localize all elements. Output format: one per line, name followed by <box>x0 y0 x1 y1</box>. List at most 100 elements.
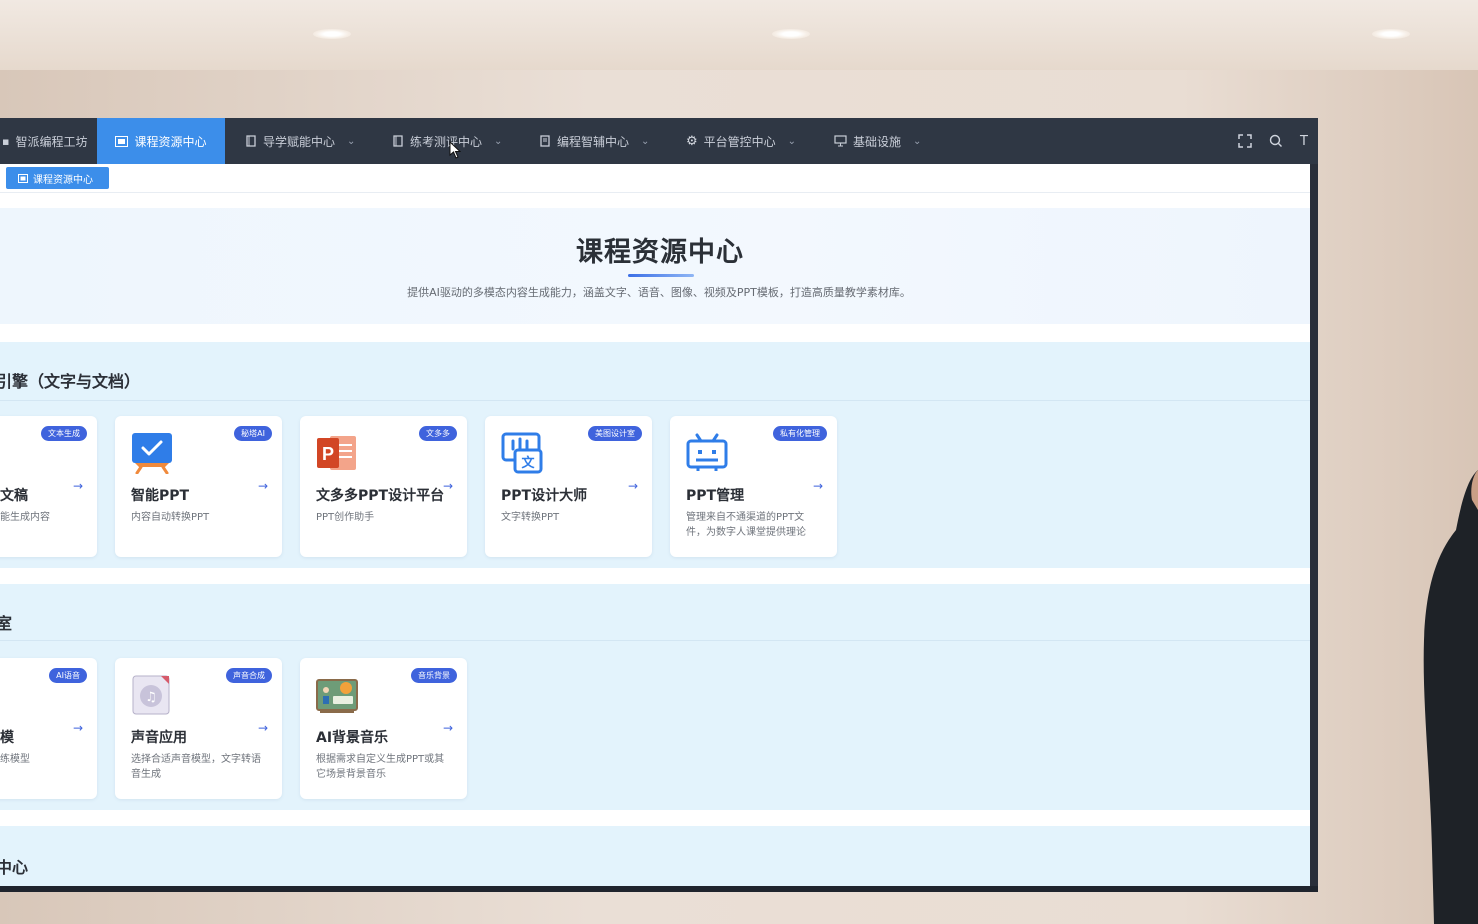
robot-icon <box>686 433 728 471</box>
class-board-icon <box>316 679 358 713</box>
card-description: 管理来自不通渠道的PPT文件，为数字人课堂提供理论 <box>686 512 806 538</box>
music-disc-icon: ♫ <box>132 675 170 715</box>
nav-item-guided-learning[interactable]: 导学赋能中心 ⌄ <box>245 118 355 164</box>
gear-icon: ⚙ <box>686 133 698 149</box>
card-description: 能生成内容 <box>0 512 50 523</box>
section-title: 中心 <box>0 858 29 877</box>
card-smart-ppt[interactable]: 秘塔AI 智能PPT 内容自动转换PPT → <box>115 416 282 557</box>
nav-item-label: 平台管控中心 <box>703 134 776 149</box>
nav-item-label: 课程资源中心 <box>134 134 207 149</box>
monitor-icon <box>834 135 847 147</box>
card-badge: 文本生成 <box>41 426 87 441</box>
arrow-right-icon: → <box>72 479 83 493</box>
nav-item-label: 基础设施 <box>853 134 902 149</box>
card-ppt-management[interactable]: 私有化管理 PPT管理 管理来自不通渠道的PPT文件，为数字人课堂提供理论 → <box>670 416 837 557</box>
chevron-down-icon: ⌄ <box>641 135 650 147</box>
arrow-right-icon: → <box>442 479 453 493</box>
section-title: 引擎（文字与文档） <box>0 372 141 391</box>
notebook-icon <box>540 135 550 147</box>
section-text-engine: 引擎（文字与文档） 文本生成 文稿 能生成内容 → 秘塔AI 智能PPT 内容自… <box>0 342 1310 568</box>
card-badge: 私有化管理 <box>773 426 827 441</box>
card-description: 练模型 <box>0 754 30 765</box>
nav-item-course-resources[interactable]: 课程资源中心 <box>97 118 225 164</box>
presenter-figure <box>1423 470 1478 924</box>
ceiling <box>0 0 1478 70</box>
section-divider <box>0 400 1310 401</box>
page-subtitle: 提供AI驱动的多模态内容生成能力，涵盖文字、语音、图像、视频及PPT模板，打造高… <box>407 286 911 299</box>
font-size-button[interactable]: T <box>1300 118 1308 164</box>
nav-item-practice-assessment[interactable]: 练考测评中心 ⌄ <box>392 118 502 164</box>
card-title: 声音应用 <box>131 730 187 746</box>
chevron-down-icon: ⌄ <box>787 135 797 147</box>
text-convert-icon: 文 <box>501 432 543 474</box>
card-description: PPT创作助手 <box>316 512 375 523</box>
card-title: PPT管理 <box>686 488 745 504</box>
chevron-down-icon: ⌄ <box>913 135 922 147</box>
svg-text:文: 文 <box>521 455 535 471</box>
nav-item-label: 编程智辅中心 <box>557 134 630 149</box>
book-icon <box>393 135 403 147</box>
card-badge: 音乐背景 <box>411 668 457 683</box>
page-title: 课程资源中心 <box>576 237 744 268</box>
nav-item-platform-control[interactable]: ⚙ 平台管控中心 ⌄ <box>686 118 796 164</box>
fullscreen-icon <box>1238 134 1252 148</box>
nav-item-label: 智派编程工坊 <box>15 134 88 149</box>
nav-item-coding-assist[interactable]: 编程智辅中心 ⌄ <box>539 118 649 164</box>
card-description: 选择合适声音模型，文字转语音生成 <box>131 754 261 780</box>
card-title: 文稿 <box>0 488 28 504</box>
card-badge: 秘塔AI <box>234 426 272 441</box>
display-screen: ▪ 智派编程工坊 课程资源中心 导学赋能中心 ⌄ 练考测评中心 ⌄ 编程智辅中心… <box>0 118 1318 892</box>
ceiling-light <box>1372 29 1410 39</box>
nav-item-label: 练考测评中心 <box>410 134 483 149</box>
card-voice-application[interactable]: 声音合成 ♫ 声音应用 选择合适声音模型，文字转语音生成 → <box>115 658 282 799</box>
section-divider <box>0 640 1310 641</box>
chevron-down-icon: ⌄ <box>494 135 503 147</box>
section-audio-studio: 室 AI语音 模 练模型 → 声音合成 ♫ 声音应用 选择合适声音模型，文字转语… <box>0 584 1310 810</box>
screen-bezel-bottom <box>0 886 1318 892</box>
card-ai-background-music[interactable]: 音乐背景 AI背景音乐 根据需求自定义生成PPT或其它场景背景音乐 → <box>300 658 467 799</box>
main-content: 课程资源中心 课程资源中心 提供AI驱动的多模态内容生成能力，涵盖文字、语音、图… <box>0 164 1310 886</box>
tab-label: 课程资源中心 <box>33 174 93 186</box>
card-wenduoduo-ppt[interactable]: 文多多 P 文多多PPT设计平台 PPT创作助手 → <box>300 416 467 557</box>
title-underline <box>628 274 694 277</box>
arrow-right-icon: → <box>257 479 268 493</box>
home-icon: ▪ <box>2 134 10 148</box>
arrow-right-icon: → <box>442 721 453 735</box>
card-title: 智能PPT <box>131 488 190 504</box>
card-title: PPT设计大师 <box>501 488 588 504</box>
search-icon <box>1269 134 1282 147</box>
image-icon <box>18 173 28 183</box>
card-title: 文多多PPT设计平台 <box>316 488 445 504</box>
card-title: AI背景音乐 <box>316 730 389 746</box>
card-ppt-design-master[interactable]: 美图设计室 文 PPT设计大师 文字转换PPT → <box>485 416 652 557</box>
card-text-generation[interactable]: 文本生成 文稿 能生成内容 → <box>0 416 97 557</box>
card-description: 内容自动转换PPT <box>131 512 210 523</box>
chevron-down-icon: ⌄ <box>347 135 356 147</box>
font-size-label: T <box>1300 133 1308 149</box>
ceiling-light <box>313 29 351 39</box>
hero-banner: 课程资源中心 提供AI驱动的多模态内容生成能力，涵盖文字、语音、图像、视频及PP… <box>0 208 1310 324</box>
fullscreen-button[interactable] <box>1238 118 1252 164</box>
nav-item-infrastructure[interactable]: 基础设施 ⌄ <box>834 118 921 164</box>
card-title: 模 <box>0 730 14 746</box>
top-navigation-bar: ▪ 智派编程工坊 课程资源中心 导学赋能中心 ⌄ 练考测评中心 ⌄ 编程智辅中心… <box>0 118 1318 164</box>
nav-item-smart-coding[interactable]: ▪ 智派编程工坊 <box>0 118 103 164</box>
powerpoint-icon: P <box>317 436 356 470</box>
mouse-cursor-icon <box>449 141 461 159</box>
check-board-icon <box>132 433 172 474</box>
image-icon <box>115 135 129 147</box>
svg-text:P: P <box>322 444 334 464</box>
arrow-right-icon: → <box>257 721 268 735</box>
svg-text:♫: ♫ <box>145 690 157 705</box>
arrow-right-icon: → <box>812 479 823 493</box>
card-description: 文字转换PPT <box>501 512 560 523</box>
card-voice-model[interactable]: AI语音 模 练模型 → <box>0 658 97 799</box>
card-badge: AI语音 <box>49 668 87 683</box>
section-title: 室 <box>0 614 13 633</box>
nav-item-label: 导学赋能中心 <box>263 134 336 149</box>
tab-course-resources[interactable]: 课程资源中心 <box>6 167 109 189</box>
card-badge: 文多多 <box>419 426 457 441</box>
ceiling-light <box>772 29 810 39</box>
arrow-right-icon: → <box>627 479 638 493</box>
search-button[interactable] <box>1269 118 1283 164</box>
